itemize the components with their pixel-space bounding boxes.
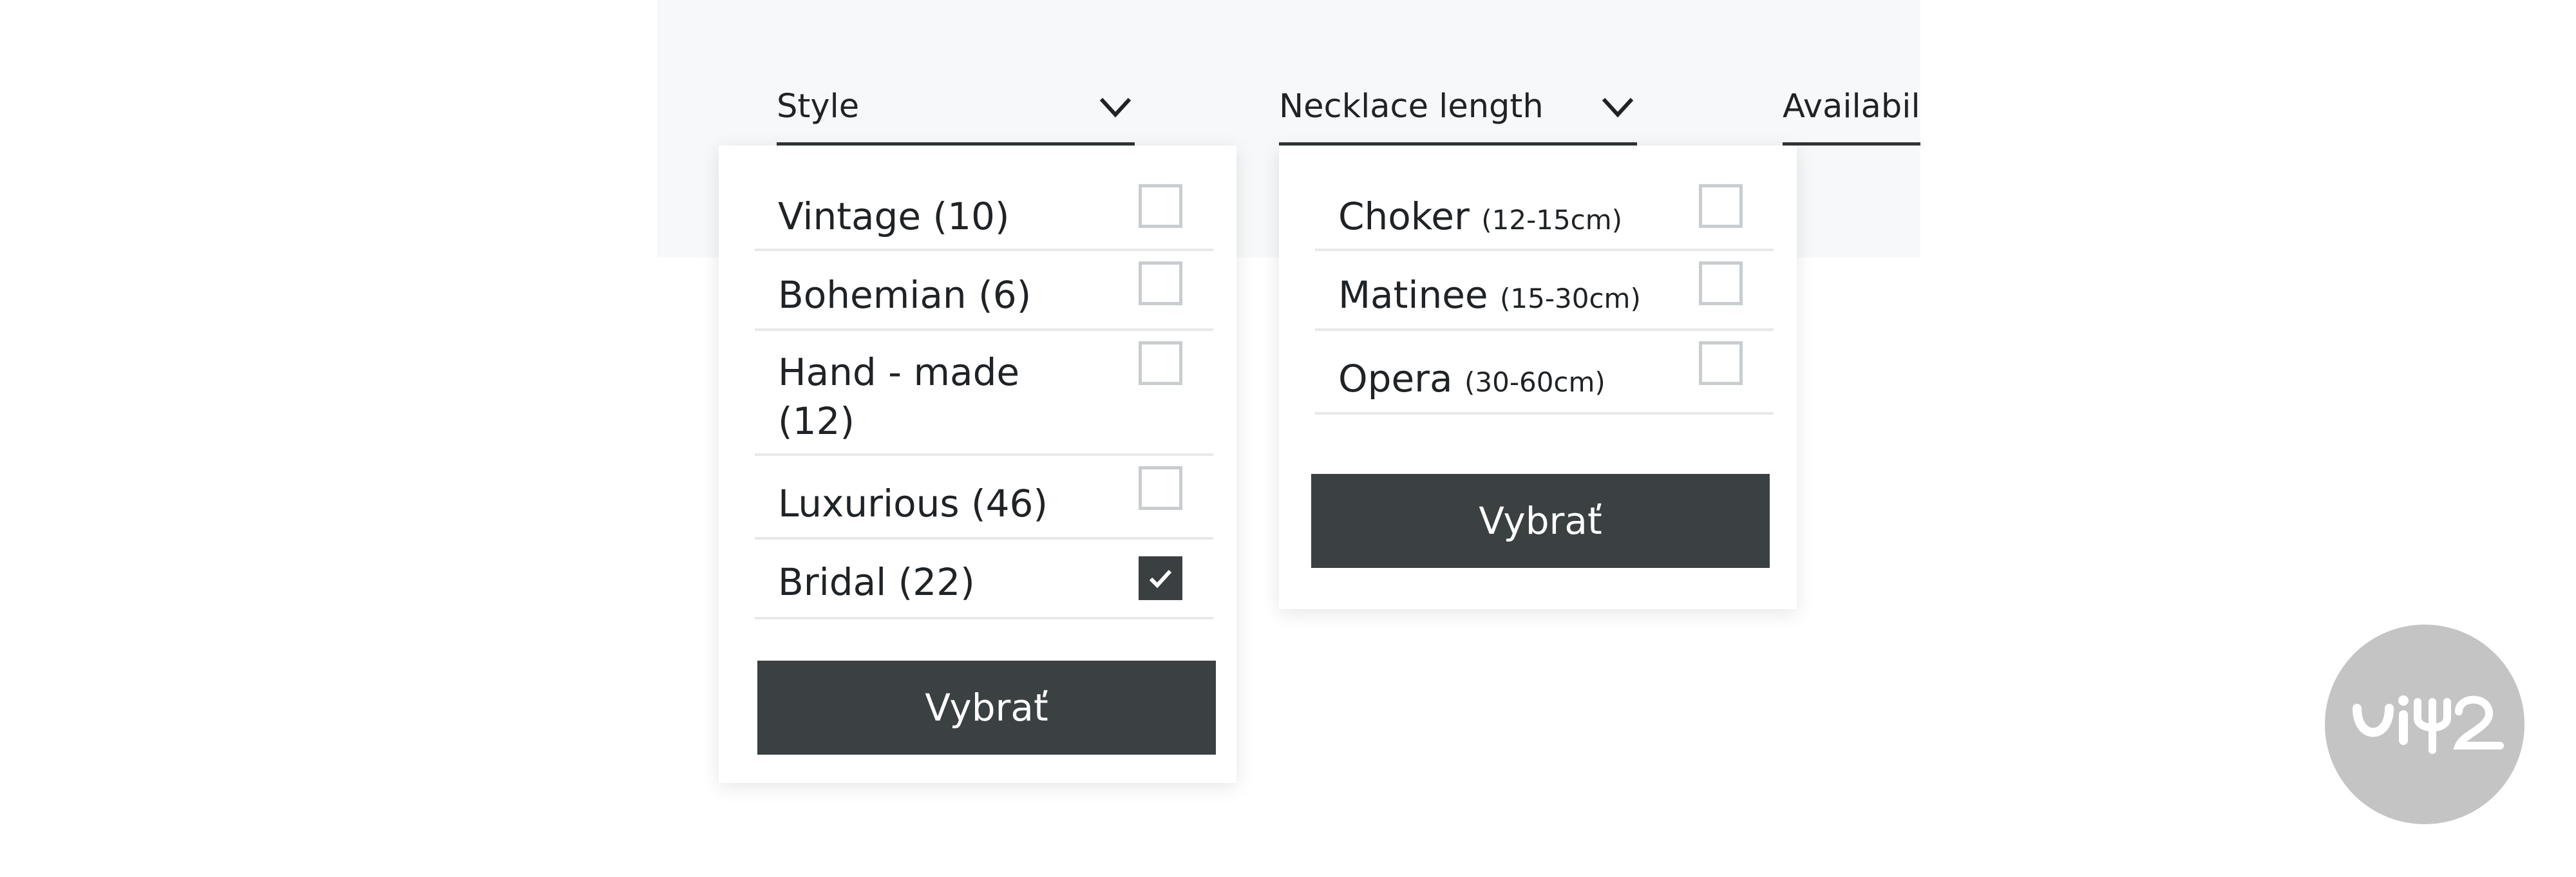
option-checkbox[interactable] (1699, 184, 1743, 228)
option-checkbox[interactable] (1139, 341, 1182, 385)
style-apply-button[interactable]: Vybrať (757, 661, 1216, 755)
logo-badge-icon (2353, 695, 2504, 754)
availability-filter-label: Availabil (1783, 88, 1920, 126)
style-filter-label: Style (777, 88, 860, 126)
chevron-down-icon (1602, 97, 1634, 118)
option-count: (46) (971, 482, 1048, 525)
style-option-hand-made[interactable]: Hand - made (12) (755, 331, 1213, 456)
necklace-length-filter-label: Necklace length (1279, 88, 1544, 126)
option-name: Vintage (778, 194, 922, 238)
length-option-matinee[interactable]: Matinee (15-30cm) (1315, 251, 1774, 331)
option-range: (15-30cm) (1500, 283, 1641, 314)
option-name: Matinee (1338, 273, 1488, 317)
option-count: (12) (778, 399, 855, 443)
chevron-down-icon (1099, 97, 1132, 118)
option-checkbox[interactable] (1699, 261, 1743, 305)
length-apply-button[interactable]: Vybrať (1311, 474, 1770, 568)
option-name: Luxurious (778, 482, 960, 525)
style-option-vintage[interactable]: Vintage (10) (755, 174, 1213, 251)
length-option-choker[interactable]: Choker (12-15cm) (1315, 174, 1774, 251)
option-name: Bohemian (778, 273, 967, 317)
option-range: (12-15cm) (1481, 204, 1623, 236)
style-option-luxurious[interactable]: Luxurious (46) (755, 456, 1213, 540)
option-checkbox[interactable] (1139, 466, 1182, 510)
logo-badge[interactable] (2325, 625, 2524, 824)
option-range: (30-60cm) (1464, 366, 1605, 398)
style-option-bridal[interactable]: Bridal (22) (755, 540, 1213, 619)
option-count: (6) (978, 273, 1032, 317)
necklace-length-filter-dropdown[interactable]: Necklace length (1279, 70, 1637, 146)
option-name: Opera (1338, 357, 1453, 401)
option-checkbox[interactable] (1139, 261, 1182, 305)
style-filter-panel: Vintage (10) Bohemian (6) Hand - made (1… (719, 146, 1236, 783)
necklace-length-filter-panel: Choker (12-15cm) Matinee (15-30cm) Opera… (1279, 146, 1797, 609)
option-count: (22) (898, 560, 975, 604)
option-checkbox[interactable] (1139, 184, 1182, 228)
option-checkbox[interactable] (1699, 341, 1743, 385)
checkmark-icon (1149, 569, 1172, 589)
option-checkbox-checked[interactable] (1139, 556, 1182, 600)
option-name: Choker (1338, 194, 1470, 238)
style-filter-dropdown[interactable]: Style (777, 70, 1135, 146)
option-count: (10) (933, 194, 1010, 238)
style-option-bohemian[interactable]: Bohemian (6) (755, 251, 1213, 331)
length-option-opera[interactable]: Opera (30-60cm) (1315, 331, 1774, 415)
option-name: Hand - made (778, 350, 1020, 394)
availability-filter-dropdown[interactable]: Availabil (1783, 70, 1920, 146)
option-name: Bridal (778, 560, 887, 604)
